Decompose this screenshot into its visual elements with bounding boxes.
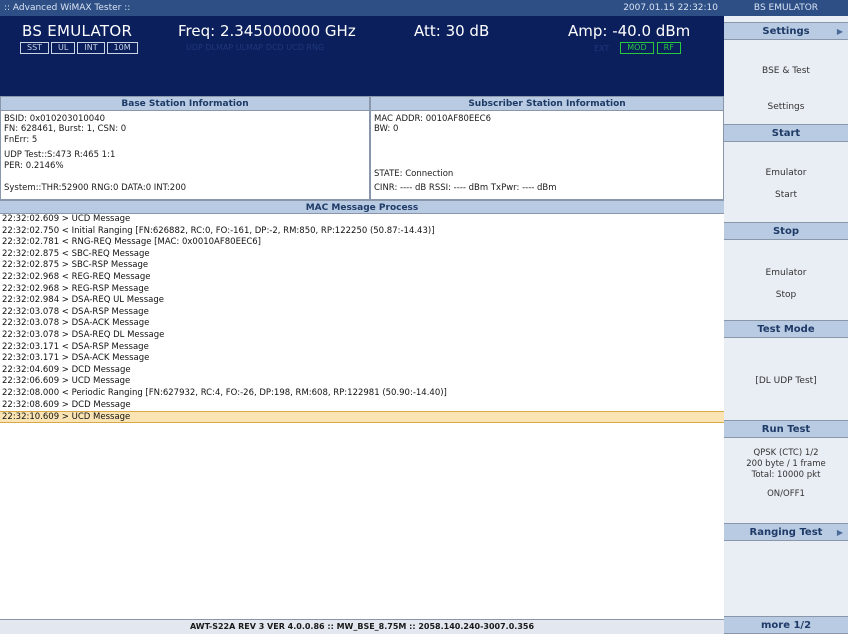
settings-softkey[interactable]: BSE & Test Settings bbox=[724, 56, 848, 124]
stop-line2: Stop bbox=[775, 290, 797, 300]
log-line[interactable]: 22:32:02.968 > REG-RSP Message bbox=[0, 284, 724, 296]
base-station-panel: Base Station Information BSID: 0x0102030… bbox=[0, 96, 370, 200]
frequency-readout: Freq: 2.345000000 GHz bbox=[178, 22, 356, 40]
signal-readouts: CINR: ---- dB RSSI: ---- dBm TxPwr: ----… bbox=[374, 183, 557, 193]
run-test-line3: Total: 10000 pkt bbox=[751, 470, 821, 480]
log-line[interactable]: 22:32:03.078 < DSA-RSP Message bbox=[0, 307, 724, 319]
log-line[interactable]: 22:32:04.609 > DCD Message bbox=[0, 365, 724, 377]
run-test-header-label: Run Test bbox=[761, 424, 811, 435]
system-stats: System::THR:52900 RNG:0 DATA:0 INT:200 bbox=[4, 183, 187, 193]
udp-test-stats: UDP Test::S:473 R:465 1:1 bbox=[4, 150, 116, 160]
amplitude-readout: Amp: -40.0 dBm bbox=[568, 22, 691, 40]
chevron-right-icon: ▶ bbox=[836, 27, 843, 36]
subscriber-station-panel: Subscriber Station Information MAC ADDR:… bbox=[370, 96, 724, 200]
softkey-sidebar: BS EMULATOR Settings ▶ BSE & Test Settin… bbox=[724, 0, 848, 634]
more-label: more 1/2 bbox=[760, 620, 812, 631]
base-station-header: Base Station Information bbox=[1, 97, 369, 111]
log-line-selected[interactable]: 22:32:10.609 > UCD Message bbox=[0, 411, 724, 423]
test-mode-line1: [DL UDP Test] bbox=[755, 376, 817, 386]
start-softkey[interactable]: Emulator Start bbox=[724, 158, 848, 220]
run-test-line2: 200 byte / 1 frame bbox=[746, 459, 826, 469]
tab-int[interactable]: INT bbox=[77, 42, 105, 54]
stop-softkey[interactable]: Emulator Stop bbox=[724, 262, 848, 320]
test-mode-softkey[interactable]: [DL UDP Test] bbox=[724, 338, 848, 418]
log-line[interactable]: 22:32:02.984 > DSA-REQ UL Message bbox=[0, 295, 724, 307]
log-line[interactable]: 22:32:08.000 < Periodic Ranging [FN:6279… bbox=[0, 388, 724, 400]
log-line[interactable]: 22:32:02.750 < Initial Ranging [FN:62688… bbox=[0, 226, 724, 238]
subscriber-station-header: Subscriber Station Information bbox=[371, 97, 723, 111]
rf-indicator[interactable]: RF bbox=[656, 42, 681, 54]
mod-indicator[interactable]: MOD bbox=[620, 42, 654, 54]
run-test-softkey[interactable]: QPSK (CTC) 1/2 200 byte / 1 frame Total:… bbox=[724, 440, 848, 524]
log-line[interactable]: 22:32:03.078 > DSA-REQ DL Message bbox=[0, 330, 724, 342]
run-test-line1: QPSK (CTC) 1/2 bbox=[753, 448, 819, 458]
datetime: 2007.01.15 22:32:10 bbox=[623, 3, 718, 13]
per-value: PER: 0.2146% bbox=[4, 161, 64, 171]
run-test-header[interactable]: Run Test bbox=[724, 420, 848, 438]
bsid: BSID: 0x010203010040 bbox=[4, 114, 106, 124]
log-line[interactable]: 22:32:06.609 > UCD Message bbox=[0, 376, 724, 388]
mac-address: MAC ADDR: 0010AF80EEC6 bbox=[374, 114, 491, 124]
log-line[interactable]: 22:32:03.171 > DSA-ACK Message bbox=[0, 353, 724, 365]
right-status-tabs: EXT MOD RF bbox=[594, 42, 681, 54]
test-mode-header-label: Test Mode bbox=[757, 324, 815, 335]
settings-line1: BSE & Test bbox=[762, 66, 810, 76]
status-tabs: SST UL INT 10M bbox=[20, 42, 138, 54]
frame-number: FN: 628461, Burst: 1, CSN: 0 bbox=[4, 124, 127, 134]
chevron-right-icon: ▶ bbox=[836, 528, 843, 537]
frame-error: FnErr: 5 bbox=[4, 135, 38, 145]
log-line[interactable]: 22:32:02.781 < RNG-REQ Message [MAC: 0x0… bbox=[0, 237, 724, 249]
mac-message-header: MAC Message Process bbox=[0, 200, 724, 214]
sidebar-mode-title: BS EMULATOR bbox=[724, 0, 848, 16]
status-indicators-faint: UDP DLMAP ULMAP DCD UCD RNG bbox=[186, 43, 325, 52]
log-line[interactable]: 22:32:03.171 < DSA-RSP Message bbox=[0, 342, 724, 354]
settings-header[interactable]: Settings ▶ bbox=[724, 22, 848, 40]
ranging-test-header-label: Ranging Test bbox=[749, 527, 823, 538]
start-line2: Start bbox=[775, 190, 797, 200]
tab-10m[interactable]: 10M bbox=[106, 42, 138, 54]
stop-line1: Emulator bbox=[765, 268, 807, 278]
start-header[interactable]: Start bbox=[724, 124, 848, 142]
title-bar: :: Advanced WiMAX Tester :: 2007.01.15 2… bbox=[0, 0, 724, 16]
stop-header[interactable]: Stop bbox=[724, 222, 848, 240]
log-line[interactable]: 22:32:08.609 > DCD Message bbox=[0, 400, 724, 412]
stop-header-label: Stop bbox=[772, 226, 799, 237]
run-test-line4: ON/OFF1 bbox=[767, 489, 805, 499]
bandwidth: BW: 0 bbox=[374, 124, 399, 134]
ranging-test-header[interactable]: Ranging Test ▶ bbox=[724, 523, 848, 541]
log-line[interactable]: 22:32:02.609 > UCD Message bbox=[0, 214, 724, 226]
start-header-label: Start bbox=[771, 128, 801, 139]
emulator-header: BS EMULATOR Freq: 2.345000000 GHz Att: 3… bbox=[0, 16, 724, 96]
mode-title: BS EMULATOR bbox=[22, 22, 133, 40]
tab-ul[interactable]: UL bbox=[51, 42, 76, 54]
tab-sst[interactable]: SST bbox=[20, 42, 50, 54]
log-line[interactable]: 22:32:02.875 > SBC-RSP Message bbox=[0, 260, 724, 272]
log-line[interactable]: 22:32:03.078 > DSA-ACK Message bbox=[0, 318, 724, 330]
settings-header-label: Settings bbox=[762, 26, 810, 37]
version-footer: AWT-S22A REV 3 VER 4.0.0.86 :: MW_BSE_8.… bbox=[0, 619, 724, 634]
message-log[interactable]: 22:32:02.609 > UCD Message 22:32:02.750 … bbox=[0, 214, 724, 619]
log-line[interactable]: 22:32:02.968 < REG-REQ Message bbox=[0, 272, 724, 284]
test-mode-header[interactable]: Test Mode bbox=[724, 320, 848, 338]
main-area: :: Advanced WiMAX Tester :: 2007.01.15 2… bbox=[0, 0, 724, 634]
attenuation-readout: Att: 30 dB bbox=[414, 22, 490, 40]
app-title: :: Advanced WiMAX Tester :: bbox=[4, 3, 131, 13]
ext-indicator: EXT bbox=[594, 43, 610, 53]
connection-state: STATE: Connection bbox=[374, 169, 454, 179]
settings-line2: Settings bbox=[767, 102, 805, 112]
more-softkey[interactable]: more 1/2 bbox=[724, 616, 848, 634]
log-line[interactable]: 22:32:02.875 < SBC-REQ Message bbox=[0, 249, 724, 261]
start-line1: Emulator bbox=[765, 168, 807, 178]
